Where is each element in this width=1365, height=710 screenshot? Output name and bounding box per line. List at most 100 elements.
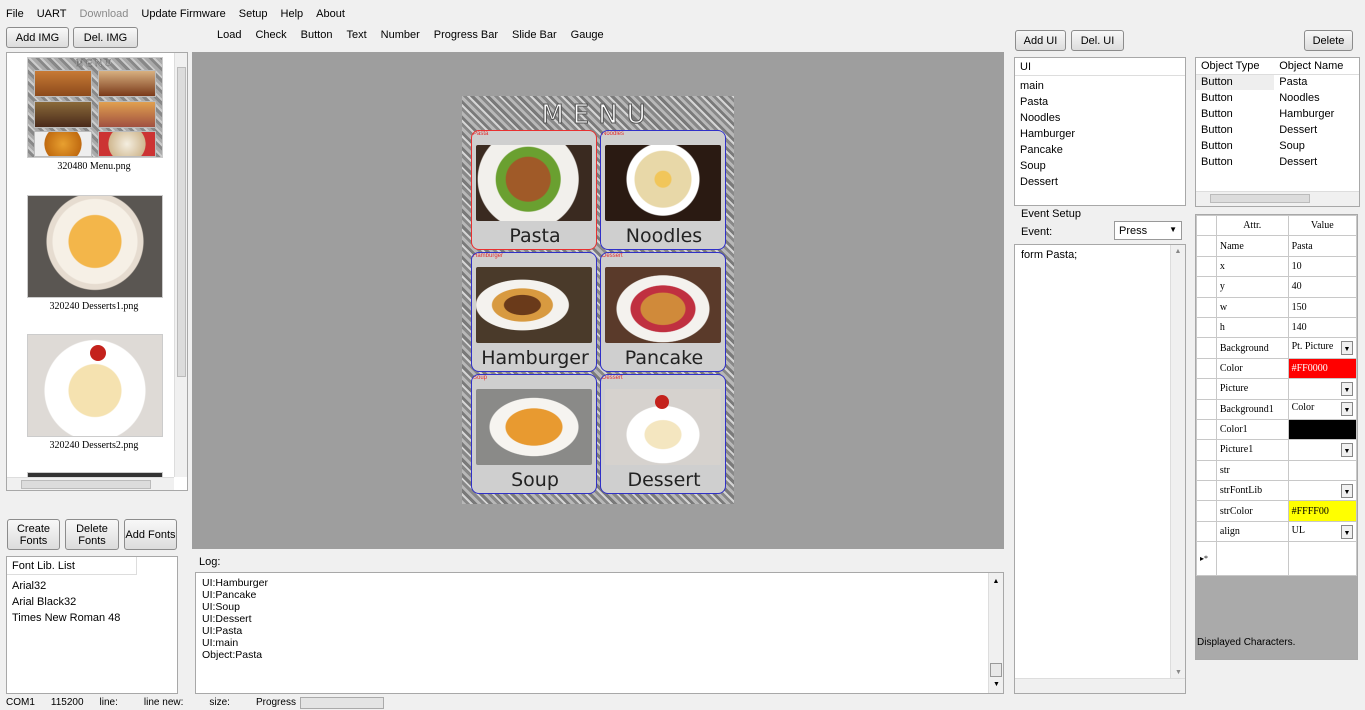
attribute-value[interactable]: 10 [1287, 255, 1358, 278]
ui-list[interactable]: UI main Pasta Noodles Hamburger Pancake … [1014, 57, 1186, 206]
attribute-row[interactable]: strFontLib ▼ [1196, 480, 1358, 502]
ui-item-soup[interactable]: Soup [1015, 159, 1185, 175]
attribute-row[interactable]: x 10 [1196, 255, 1358, 278]
dessert1-thumbnail[interactable] [27, 195, 163, 298]
attribute-value[interactable]: #FF0000 [1287, 357, 1358, 380]
menu-thumbnail[interactable]: MENU [27, 57, 163, 158]
attribute-row[interactable]: Picture1 ▼ [1196, 439, 1358, 461]
scroll-down-icon[interactable]: ▼ [989, 679, 1004, 691]
del-img-button[interactable]: Del. IMG [73, 27, 138, 48]
create-fonts-button[interactable]: Create Fonts [7, 519, 60, 550]
object-row[interactable]: Button Soup [1196, 138, 1359, 154]
image-list-hscrollbar[interactable] [7, 477, 174, 490]
object-row[interactable]: Button Noodles [1196, 90, 1359, 106]
tool-load[interactable]: Load [217, 29, 241, 43]
ui-item-pasta[interactable]: Pasta [1015, 95, 1185, 111]
attribute-row[interactable]: Color #FF0000 [1196, 357, 1358, 380]
tool-progress-bar[interactable]: Progress Bar [434, 29, 498, 43]
tool-button[interactable]: Button [301, 29, 333, 43]
menu-uart[interactable]: UART [37, 8, 67, 20]
object-list[interactable]: Object Type Object Name Button Pasta Butt… [1195, 57, 1360, 207]
attribute-value[interactable]: Pasta [1287, 235, 1358, 257]
delete-fonts-button[interactable]: Delete Fonts [65, 519, 119, 550]
attribute-row[interactable]: w 150 [1196, 296, 1358, 318]
event-select[interactable]: Press ▼ [1114, 221, 1182, 240]
attribute-value[interactable]: ▼ [1287, 480, 1358, 502]
menu-about[interactable]: About [316, 8, 345, 20]
log-scrollbar[interactable]: ▲ ▼ [988, 573, 1003, 693]
attribute-value[interactable] [1287, 459, 1358, 482]
ui-item-pancake[interactable]: Pancake [1015, 143, 1185, 159]
attribute-value[interactable]: ▼ [1287, 439, 1358, 461]
ui-item-main[interactable]: main [1015, 79, 1185, 95]
tool-check[interactable]: Check [255, 29, 286, 43]
object-row[interactable]: Button Hamburger [1196, 106, 1359, 122]
chevron-down-icon[interactable]: ▼ [1341, 402, 1353, 417]
new-attribute-name[interactable] [1215, 541, 1289, 577]
attribute-row[interactable]: align UL ▼ [1196, 520, 1358, 543]
menu-setup[interactable]: Setup [239, 8, 268, 20]
image-list-scrollbar[interactable] [174, 53, 187, 477]
attribute-value[interactable]: UL ▼ [1287, 520, 1358, 543]
preview-button-dessert[interactable]: Dessert Dessert [600, 374, 726, 494]
scroll-up-icon[interactable]: ▲ [989, 576, 1003, 588]
attribute-row[interactable]: Name Pasta [1196, 235, 1358, 257]
menu-download[interactable]: Download [79, 8, 128, 20]
font-item[interactable]: Arial Black32 [12, 594, 172, 610]
add-ui-button[interactable]: Add UI [1015, 30, 1066, 51]
attribute-row[interactable]: Background1 Color ▼ [1196, 398, 1358, 420]
preview-button-pancake[interactable]: Dessert Pancake [600, 252, 726, 372]
new-attribute-row[interactable]: ▸* [1196, 541, 1358, 577]
chevron-down-icon[interactable]: ▼ [1341, 442, 1353, 457]
del-ui-button[interactable]: Del. UI [1071, 30, 1124, 51]
attribute-value[interactable]: 140 [1287, 316, 1358, 339]
font-item[interactable]: Times New Roman 48 [12, 610, 172, 626]
preview-button-noodles[interactable]: Noodles Noodles [600, 130, 726, 250]
object-row[interactable]: Button Dessert [1196, 154, 1359, 170]
attribute-grid[interactable]: Attr. Value Name Pasta x 10 y 40 w 150 h 140 Backg… [1195, 214, 1358, 660]
attribute-value[interactable]: Pt. Picture ▼ [1287, 337, 1358, 359]
dessert2-thumbnail[interactable] [27, 334, 163, 437]
object-row[interactable]: Button Pasta [1196, 74, 1359, 90]
menu-help[interactable]: Help [281, 8, 304, 20]
new-attribute-value[interactable] [1287, 541, 1358, 577]
log-output[interactable]: UI:Hamburger UI:Pancake UI:Soup UI:Desse… [195, 572, 1004, 694]
event-code-editor[interactable]: form Pasta; ▲ ▼ [1014, 244, 1186, 694]
ui-item-dessert[interactable]: Dessert [1015, 175, 1185, 191]
attribute-value[interactable]: ▼ [1287, 378, 1358, 400]
ui-item-hamburger[interactable]: Hamburger [1015, 127, 1185, 143]
attribute-row[interactable]: Picture ▼ [1196, 378, 1358, 400]
attribute-row[interactable]: str [1196, 459, 1358, 482]
attribute-row[interactable]: Background Pt. Picture ▼ [1196, 337, 1358, 359]
object-row[interactable]: Button Dessert [1196, 122, 1359, 138]
image-list[interactable]: MENU 320480 Menu.png 320240 Desserts1.pn… [6, 52, 188, 491]
event-scrollbar[interactable]: ▲ ▼ [1170, 245, 1185, 678]
screen-preview[interactable]: MENU Pasta Pasta Noodles Noodles Hamburg… [462, 96, 734, 504]
attribute-row[interactable]: h 140 [1196, 316, 1358, 339]
attribute-value[interactable]: #FFFF00 [1287, 500, 1358, 522]
chevron-down-icon[interactable]: ▼ [1341, 483, 1353, 498]
attribute-value[interactable]: Color ▼ [1287, 398, 1358, 420]
attribute-value[interactable] [1287, 418, 1358, 441]
tool-gauge[interactable]: Gauge [571, 29, 604, 43]
preview-button-soup[interactable]: Soup Soup [471, 374, 597, 494]
delete-button[interactable]: Delete [1304, 30, 1353, 51]
chevron-down-icon[interactable]: ▼ [1341, 381, 1353, 396]
tool-text[interactable]: Text [346, 29, 366, 43]
attribute-row[interactable]: y 40 [1196, 276, 1358, 298]
add-img-button[interactable]: Add IMG [6, 27, 69, 48]
attribute-row[interactable]: Color1 [1196, 418, 1358, 441]
menu-file[interactable]: File [6, 8, 24, 20]
chevron-down-icon[interactable]: ▼ [1341, 341, 1353, 356]
font-lib-list[interactable]: Font Lib. List Arial32 Arial Black32 Tim… [6, 556, 178, 694]
tool-number[interactable]: Number [381, 29, 420, 43]
attribute-value[interactable]: 150 [1287, 296, 1358, 318]
object-list-hscrollbar[interactable] [1196, 191, 1359, 206]
preview-button-pasta[interactable]: Pasta Pasta [471, 130, 597, 250]
chevron-down-icon[interactable]: ▼ [1341, 524, 1353, 539]
menu-update-firmware[interactable]: Update Firmware [141, 8, 225, 20]
ui-item-noodles[interactable]: Noodles [1015, 111, 1185, 127]
preview-button-hamburger[interactable]: Hamburger Hamburger [471, 252, 597, 372]
font-item[interactable]: Arial32 [12, 578, 172, 594]
add-fonts-button[interactable]: Add Fonts [124, 519, 177, 550]
